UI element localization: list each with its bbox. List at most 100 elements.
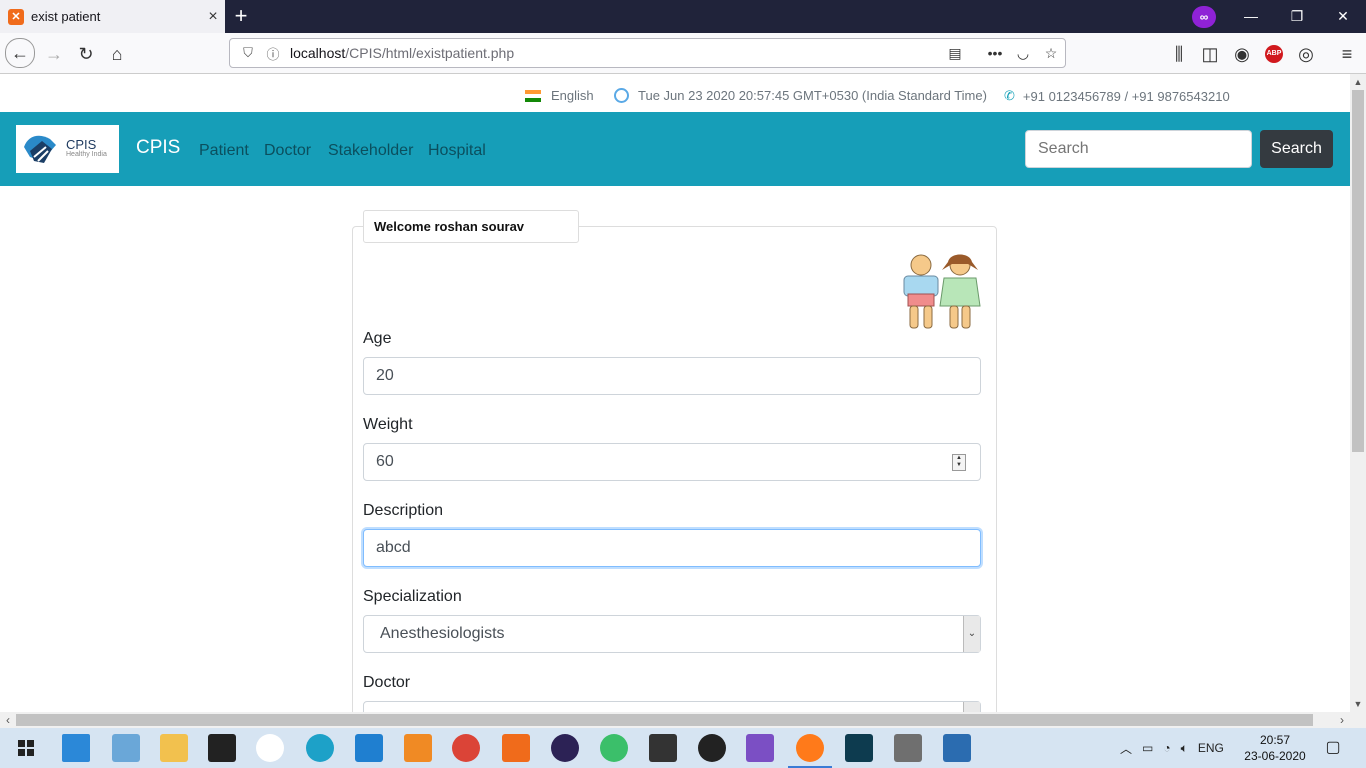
taskbar-clock[interactable]: 20:57 23-06-2020 (1240, 732, 1310, 764)
tab-title: exist patient (31, 9, 101, 24)
welcome-legend: Welcome roshan sourav (363, 210, 579, 243)
age-label: Age (363, 330, 392, 347)
reload-icon[interactable]: ↻ (72, 40, 100, 68)
xampp-icon[interactable] (502, 734, 530, 762)
minimize-button[interactable]: — (1228, 0, 1274, 33)
vlc-icon[interactable] (404, 734, 432, 762)
contact-phones: ✆ +91 0123456789 / +91 9876543210 (1004, 88, 1230, 104)
horizontal-scroll-thumb[interactable] (16, 714, 1313, 726)
logo-title: CPIS (66, 137, 97, 152)
doctor-label: Doctor (363, 674, 411, 691)
control-panel-icon[interactable] (112, 734, 140, 762)
pocket-icon[interactable]: ◡ (1009, 45, 1037, 62)
new-tab-button[interactable]: + (228, 4, 254, 30)
nav-link-stakeholder[interactable]: Stakeholder (328, 142, 413, 160)
clock-time: 20:57 (1259, 733, 1291, 747)
maps-icon[interactable] (600, 734, 628, 762)
windows-start-icon[interactable] (12, 734, 40, 762)
scroll-left-icon[interactable]: ‹ (0, 712, 16, 728)
vertical-scrollbar[interactable]: ▲ ▼ (1350, 74, 1366, 712)
nav-link-hospital[interactable]: Hospital (428, 142, 486, 160)
battery-icon[interactable]: ▭ (1142, 741, 1153, 755)
file-explorer-icon[interactable] (160, 734, 188, 762)
site-search-button[interactable]: Search (1260, 130, 1333, 168)
chrome-icon[interactable] (452, 734, 480, 762)
address-bar[interactable]: ⛉ ⓘ localhost/CPIS/html/existpatient.php… (229, 38, 1066, 68)
info-strip: English Tue Jun 23 2020 20:57:45 GMT+053… (0, 74, 1350, 112)
terminal-icon[interactable] (208, 734, 236, 762)
handshake-logo-icon (24, 135, 56, 163)
shield-icon[interactable]: ⛉ (234, 45, 262, 61)
clock-date: 23-06-2020 (1244, 749, 1306, 763)
language-selector[interactable]: English (525, 88, 594, 103)
datetime-text: Tue Jun 23 2020 20:57:45 GMT+0530 (India… (638, 88, 987, 103)
horizontal-scrollbar[interactable]: ‹ › (0, 712, 1350, 728)
specialization-select[interactable]: Anesthesiologists ⌄ (363, 615, 981, 653)
scroll-up-icon[interactable]: ▲ (1350, 74, 1366, 90)
apowersoft-icon[interactable] (256, 734, 284, 762)
alarm-clock-icon (614, 88, 629, 103)
extension-icon[interactable]: ◎ (1292, 40, 1320, 68)
site-search-input[interactable] (1025, 130, 1252, 168)
reader-view-icon[interactable]: ▤ (941, 45, 969, 62)
edge-icon[interactable] (306, 734, 334, 762)
forward-arrow-icon[interactable]: → (40, 40, 68, 68)
menu-icon[interactable]: ≡ (1333, 40, 1361, 68)
sidebar-icon[interactable]: ◫ (1196, 40, 1224, 68)
restore-button[interactable]: ❐ (1274, 0, 1320, 33)
close-tab-icon[interactable]: × (201, 8, 225, 26)
adblock-icon[interactable]: ABP (1265, 45, 1283, 63)
children-illustration-icon (903, 254, 981, 329)
vertical-scroll-thumb[interactable] (1352, 90, 1364, 452)
photoshop-icon[interactable] (845, 734, 873, 762)
task-view-icon[interactable] (62, 734, 90, 762)
cpis-logo[interactable]: CPIS Healthy India (16, 125, 119, 173)
chevron-down-icon[interactable]: ⌄ (963, 616, 980, 652)
description-input[interactable]: abcd (363, 529, 981, 567)
eclipse-icon[interactable] (551, 734, 579, 762)
unity-icon[interactable] (649, 734, 677, 762)
language-label: English (551, 88, 594, 103)
browser-tab-strip: ✕ exist patient × + ∞ — ❐ ✕ (0, 0, 1366, 33)
url-path: /CPIS/html/existpatient.php (345, 45, 515, 61)
visual-studio-icon[interactable] (746, 734, 774, 762)
browser-tab[interactable]: ✕ exist patient × (0, 0, 225, 33)
page-viewport: English Tue Jun 23 2020 20:57:45 GMT+053… (0, 74, 1350, 712)
firefox-icon[interactable] (788, 734, 832, 768)
nav-link-doctor[interactable]: Doctor (264, 142, 311, 160)
age-input[interactable]: 20 (363, 357, 981, 395)
site-info-icon[interactable]: ⓘ (262, 44, 284, 63)
weight-stepper-icon[interactable]: ▲ ▼ (952, 454, 966, 471)
bookmark-star-icon[interactable]: ☆ (1037, 45, 1065, 62)
chevron-up-icon[interactable]: ︿ (1120, 740, 1132, 757)
doctor-select[interactable]: ⌄ (363, 701, 981, 712)
scroll-right-icon[interactable]: › (1334, 712, 1350, 728)
scroll-corner (1350, 712, 1366, 728)
specialization-label: Specialization (363, 588, 462, 605)
phones-text: +91 0123456789 / +91 9876543210 (1022, 88, 1230, 104)
language-indicator[interactable]: ENG (1198, 741, 1224, 755)
nav-link-patient[interactable]: Patient (199, 142, 249, 160)
gimp-icon[interactable] (894, 734, 922, 762)
xampp-favicon-icon: ✕ (8, 8, 24, 25)
weight-input[interactable]: 60 ▲ ▼ (363, 443, 981, 481)
weight-value: 60 (376, 453, 394, 470)
unreal-icon[interactable] (698, 734, 726, 762)
library-icon[interactable]: ⫼ (1165, 40, 1193, 68)
brand-name[interactable]: CPIS (136, 137, 180, 159)
volume-icon[interactable]: 🔈︎ (1181, 741, 1188, 756)
phone-icon: ✆ (1004, 88, 1015, 103)
notification-icon[interactable]: ▢ (1322, 737, 1344, 759)
home-icon[interactable]: ⌂ (103, 40, 131, 68)
back-arrow-icon[interactable]: ← (5, 38, 35, 68)
chevron-down-icon[interactable]: ⌄ (963, 702, 980, 712)
close-window-button[interactable]: ✕ (1320, 0, 1366, 33)
wifi-icon[interactable]: ◔ (1163, 741, 1170, 755)
india-flag-icon (525, 89, 541, 102)
scroll-down-icon[interactable]: ▼ (1350, 696, 1366, 712)
page-actions-icon[interactable]: ••• (981, 45, 1009, 61)
notepad-icon[interactable] (943, 734, 971, 762)
browser-toolbar: ← → ↻ ⌂ ⛉ ⓘ localhost/CPIS/html/existpat… (0, 33, 1366, 74)
account-icon[interactable]: ◉ (1228, 40, 1256, 68)
vscode-icon[interactable] (355, 734, 383, 762)
